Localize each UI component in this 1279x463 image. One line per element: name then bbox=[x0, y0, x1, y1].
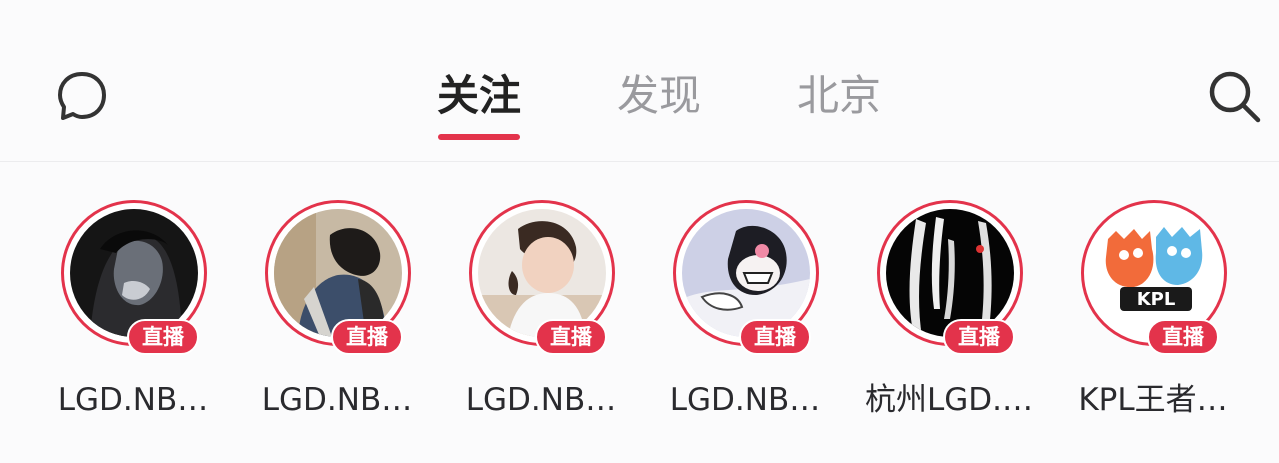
avatar bbox=[478, 209, 606, 337]
story-name: LGD.NB… bbox=[465, 382, 617, 418]
tab-discover[interactable]: 发现 bbox=[604, 66, 714, 126]
story-name: LGD.NB… bbox=[669, 382, 821, 418]
live-badge: 直播 bbox=[739, 319, 811, 355]
search-button[interactable] bbox=[1202, 64, 1266, 128]
avatar bbox=[70, 209, 198, 337]
avatar bbox=[274, 209, 402, 337]
live-ring: 直播 bbox=[265, 200, 411, 355]
search-icon bbox=[1209, 71, 1261, 123]
live-badge: 直播 bbox=[331, 319, 403, 355]
story-name: LGD.NB… bbox=[57, 382, 209, 418]
avatar: KPL bbox=[1090, 209, 1218, 337]
story-item[interactable]: 直播 LGD.NB… bbox=[35, 196, 231, 436]
kpl-logo-text: KPL bbox=[1137, 289, 1176, 310]
live-ring: 直播 bbox=[61, 200, 207, 355]
live-ring: 直播 bbox=[673, 200, 819, 355]
story-item[interactable]: KPL 直播 KPL王者… bbox=[1055, 196, 1251, 436]
live-badge: 直播 bbox=[943, 319, 1015, 355]
story-item[interactable]: 直播 LGD.NB… bbox=[647, 196, 843, 436]
story-name: KPL王者… bbox=[1078, 382, 1228, 418]
avatar bbox=[886, 209, 1014, 337]
story-item[interactable]: 直播 LGD.NB… bbox=[239, 196, 435, 436]
tab-follow[interactable]: 关注 bbox=[424, 66, 534, 126]
live-badge: 直播 bbox=[127, 319, 199, 355]
live-badge: 直播 bbox=[535, 319, 607, 355]
tab-beijing[interactable]: 北京 bbox=[784, 66, 894, 126]
feed-tabs: 关注 发现 北京 bbox=[0, 66, 1279, 146]
active-tab-indicator bbox=[438, 134, 520, 140]
live-stories-row: 直播 LGD.NB… 直播 LGD.NB… 直播 LGD.NB… 直播 LGD.… bbox=[0, 196, 1279, 436]
story-item[interactable]: 直播 LGD.NB… bbox=[443, 196, 639, 436]
avatar bbox=[682, 209, 810, 337]
story-name: 杭州LGD.… bbox=[864, 382, 1034, 418]
live-badge: 直播 bbox=[1147, 319, 1219, 355]
live-ring: 直播 bbox=[469, 200, 615, 355]
live-ring: KPL 直播 bbox=[1081, 200, 1227, 355]
top-bar: 关注 发现 北京 bbox=[0, 0, 1279, 162]
story-item[interactable]: 直播 杭州LGD.… bbox=[851, 196, 1047, 436]
story-name: LGD.NB… bbox=[261, 382, 413, 418]
live-ring: 直播 bbox=[877, 200, 1023, 355]
